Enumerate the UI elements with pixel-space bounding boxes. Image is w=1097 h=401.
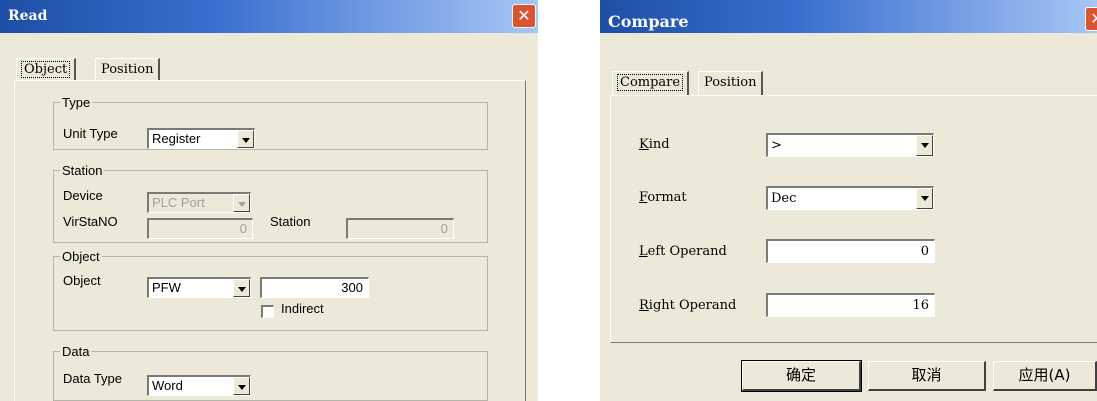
kind-select[interactable]: > [766, 133, 934, 157]
format-value: Dec [771, 191, 797, 206]
tab-compare-position-label: Position [704, 75, 757, 90]
chevron-down-icon[interactable] [916, 188, 933, 209]
object-address-field[interactable]: 300 [260, 277, 369, 298]
object-group-legend: Object [62, 249, 100, 264]
object-value: PFW [152, 280, 181, 295]
data-type-label: Data Type [63, 371, 123, 386]
ok-button[interactable]: 确定 [741, 360, 862, 392]
kind-value: > [771, 138, 782, 153]
read-dialog: Read ✕ Object Position Type Unit Type Re… [0, 0, 538, 401]
type-group: Type Unit Type Register [53, 95, 488, 150]
chevron-down-icon[interactable] [233, 279, 250, 297]
indirect-label: Indirect [281, 301, 324, 316]
virstano-label: VirStaNO [63, 214, 118, 229]
object-group: Object Object PFW 300 Indirect [53, 249, 488, 331]
device-label: Device [63, 188, 103, 203]
indirect-checkbox[interactable] [261, 305, 274, 318]
object-address-value: 300 [341, 280, 363, 295]
right-operand-field[interactable]: 16 [766, 293, 935, 317]
device-select[interactable]: PLC Port [147, 192, 251, 213]
virstano-field[interactable]: 0 [147, 218, 253, 239]
compare-titlebar: Compare ✕ [600, 0, 1097, 33]
read-close-icon[interactable]: ✕ [512, 4, 536, 28]
chevron-down-icon[interactable] [233, 194, 250, 212]
station-value: 0 [440, 221, 448, 236]
station-group-legend: Station [62, 163, 103, 178]
kind-label: Kind [639, 137, 670, 152]
unit-type-value: Register [152, 131, 201, 146]
station-field[interactable]: 0 [346, 218, 454, 239]
read-titlebar: Read ✕ [0, 0, 538, 33]
format-select[interactable]: Dec [766, 186, 934, 210]
chevron-down-icon[interactable] [233, 377, 250, 395]
left-operand-value: 0 [920, 244, 929, 259]
read-tab-panel: Type Unit Type Register Station Device P… [14, 80, 526, 401]
tab-compare[interactable]: Compare [612, 71, 690, 96]
compare-dialog-title: Compare [608, 12, 689, 31]
compare-tab-panel: Kind > Format Dec Left Operand 0 Right O… [610, 95, 1097, 343]
data-type-select[interactable]: Word [147, 375, 251, 396]
cancel-button[interactable]: 取消 [868, 361, 986, 391]
compare-dialog: Compare ✕ Compare Position Kind > Format… [600, 0, 1097, 401]
compare-close-icon[interactable]: ✕ [1085, 7, 1097, 31]
unit-type-label: Unit Type [63, 126, 118, 141]
left-operand-field[interactable]: 0 [766, 239, 935, 263]
tab-position-label: Position [101, 62, 154, 77]
tab-position[interactable]: Position [95, 58, 161, 81]
format-label: Format [639, 190, 687, 205]
apply-button[interactable]: 应用(A) [993, 361, 1097, 391]
data-type-value: Word [152, 378, 183, 393]
object-label: Object [63, 273, 101, 288]
left-operand-label: Left Operand [639, 244, 727, 259]
station-label: Station [270, 214, 311, 229]
type-group-legend: Type [62, 95, 91, 110]
station-group: Station Device PLC Port VirStaNO 0 Stati… [53, 163, 488, 243]
unit-type-select[interactable]: Register [147, 128, 255, 149]
object-select[interactable]: PFW [147, 277, 251, 298]
data-group: Data Data Type Word [53, 344, 488, 401]
tab-compare-label: Compare [616, 74, 684, 91]
tab-compare-position[interactable]: Position [698, 71, 764, 96]
virstano-value: 0 [239, 221, 247, 236]
right-operand-label: Right Operand [639, 298, 737, 313]
tab-object-label: Object [20, 61, 71, 78]
chevron-down-icon[interactable] [237, 130, 254, 148]
read-dialog-title: Read [8, 8, 48, 24]
data-group-legend: Data [62, 344, 90, 359]
compare-tab-row: Compare Position [612, 71, 1092, 96]
right-operand-value: 16 [912, 298, 929, 313]
read-tab-row: Object Position [16, 58, 516, 82]
device-value: PLC Port [152, 195, 205, 210]
chevron-down-icon[interactable] [916, 135, 933, 156]
tab-object[interactable]: Object [16, 58, 77, 81]
